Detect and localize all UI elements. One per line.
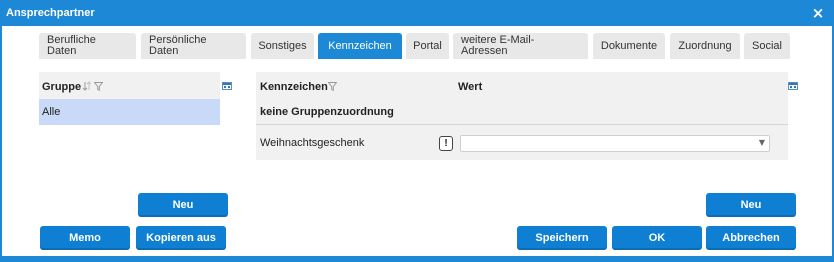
close-icon[interactable]: × (810, 4, 826, 22)
tab-label: Persönliche Daten (149, 34, 207, 57)
group-row-label: Alle (42, 106, 61, 118)
tab-portal[interactable]: Portal (406, 33, 449, 59)
tab-berufliche-daten[interactable]: Berufliche Daten (39, 33, 136, 59)
tab-label: weitere E-Mail- Adressen (461, 34, 535, 57)
dropdown-arrow-icon[interactable]: ▼ (759, 138, 765, 147)
group-grid-header: Gruppe (39, 72, 232, 99)
titlebar[interactable]: Ansprechpartner × (2, 2, 832, 26)
tab-persoenliche-daten[interactable]: Persönliche Daten (141, 33, 246, 59)
speichern-button[interactable]: Speichern (517, 226, 607, 250)
group-column-header[interactable]: Gruppe (42, 81, 81, 93)
kopieren-aus-button[interactable]: Kopieren aus (136, 226, 226, 250)
tab-label: Kennzeichen (328, 39, 392, 52)
memo-button[interactable]: Memo (40, 226, 130, 250)
tab-label: Social (752, 39, 782, 52)
kennzeichen-column-header[interactable]: Kennzeichen (260, 81, 328, 93)
wert-select[interactable]: ▼ (460, 135, 770, 152)
neu-button-right[interactable]: Neu (706, 193, 796, 217)
kennzeichen-row-weihnachtsgeschenk[interactable]: Weihnachtsgeschenk ! ▼ (256, 126, 788, 160)
bottom-border (2, 256, 832, 260)
neu-button-left[interactable]: Neu (138, 193, 228, 217)
wert-column-header[interactable]: Wert (458, 81, 482, 93)
sort-icon[interactable] (83, 81, 91, 91)
tab-label: Portal (413, 39, 442, 52)
tab-label: Dokumente (600, 39, 658, 52)
column-chooser-icon[interactable] (222, 82, 232, 90)
filter-icon[interactable] (328, 82, 337, 91)
filter-icon[interactable] (94, 82, 103, 91)
kennzeichen-group-row: keine Gruppenzuordnung (256, 99, 788, 125)
ok-button[interactable]: OK (612, 226, 702, 250)
tab-sonstiges[interactable]: Sonstiges (251, 33, 314, 59)
kennzeichen-grid-header: Kennzeichen Wert (256, 72, 798, 99)
kennzeichen-grid: Kennzeichen Wert keine Gruppenzuordnung … (256, 72, 798, 160)
abbrechen-button[interactable]: Abbrechen (706, 226, 796, 250)
kennzeichen-label: Weihnachtsgeschenk (260, 137, 365, 149)
tab-kennzeichen[interactable]: Kennzeichen (318, 33, 402, 59)
tab-label: Berufliche Daten (47, 34, 96, 57)
dialog-title: Ansprechpartner (6, 7, 95, 19)
tab-label: Zuordnung (678, 39, 732, 52)
group-row-alle[interactable]: Alle (39, 99, 220, 125)
required-icon: ! (439, 136, 453, 151)
tab-dokumente[interactable]: Dokumente (593, 33, 665, 59)
tab-weitere-email-adressen[interactable]: weitere E-Mail- Adressen (453, 33, 588, 59)
tab-zuordnung[interactable]: Zuordnung (670, 33, 740, 59)
column-chooser-icon[interactable] (788, 82, 798, 90)
dialog-window: Ansprechpartner × Berufliche Daten Persö… (0, 0, 834, 262)
tab-label: Sonstiges (258, 39, 307, 52)
tab-social[interactable]: Social (744, 33, 790, 59)
group-row-label: keine Gruppenzuordnung (260, 106, 394, 118)
